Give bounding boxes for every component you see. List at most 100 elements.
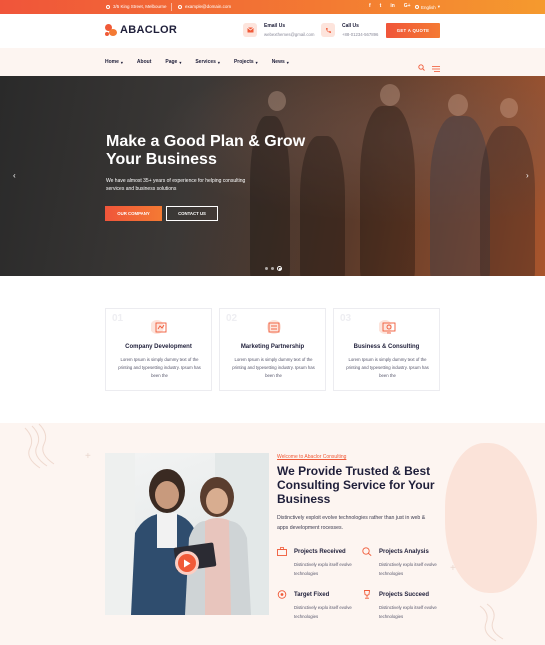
slider-dot[interactable] bbox=[271, 267, 274, 270]
hamburger-menu-icon[interactable] bbox=[432, 59, 440, 77]
address-text: 3/5 King Street, Melbourne bbox=[113, 4, 167, 9]
feature-title: Target Fixed bbox=[294, 591, 330, 598]
service-card[interactable]: 03 Business & Consulting Lorem Ipsum is … bbox=[333, 308, 440, 391]
nav-item-home[interactable]: Home ▾ bbox=[105, 59, 123, 65]
top-email-text: example@domain.com bbox=[185, 4, 232, 9]
plus-decoration: + bbox=[450, 563, 456, 574]
feature-item: Projects Analysis Distinctively explo it… bbox=[362, 547, 442, 578]
service-title: Marketing Partnership bbox=[240, 344, 305, 350]
feature-title: Projects Received bbox=[294, 548, 346, 555]
feature-item: Projects Received Distinctively explo it… bbox=[277, 547, 357, 578]
analysis-icon bbox=[362, 547, 372, 556]
email-contact[interactable]: Email Us webexthemes@gmail.com bbox=[243, 23, 314, 37]
our-company-button[interactable]: OUR COMPANY bbox=[105, 206, 162, 221]
location-icon bbox=[106, 4, 110, 9]
nav-item-page[interactable]: Page ▾ bbox=[165, 59, 181, 65]
play-icon bbox=[184, 559, 191, 567]
top-email[interactable]: example@domain.com bbox=[178, 4, 231, 9]
nav-item-about[interactable]: About bbox=[137, 59, 151, 65]
marketing-partnership-icon bbox=[265, 319, 283, 335]
slider-dot[interactable] bbox=[265, 267, 268, 270]
service-number: 01 bbox=[112, 313, 124, 324]
nav-label: Page bbox=[165, 59, 178, 65]
linkedin-icon[interactable]: in bbox=[390, 3, 394, 9]
team-photo bbox=[105, 453, 269, 615]
search-icon[interactable] bbox=[418, 58, 425, 76]
feature-text: Distinctively explo itself evolve techno… bbox=[294, 605, 352, 619]
service-text: Lorem Ipsum is simply dummy text of the … bbox=[118, 357, 201, 378]
google-plus-icon[interactable]: G+ bbox=[404, 3, 411, 9]
facebook-icon[interactable]: f bbox=[369, 3, 371, 9]
play-video-button[interactable] bbox=[175, 551, 199, 575]
about-image bbox=[105, 453, 269, 615]
decorative-blob bbox=[445, 443, 537, 593]
nav-label: News bbox=[271, 59, 285, 65]
service-card[interactable]: 01 Company Development Lorem Ipsum is si… bbox=[105, 308, 212, 391]
hero-bg-figure bbox=[480, 126, 535, 276]
slider-dot-active[interactable] bbox=[277, 266, 282, 271]
hero-bg-head bbox=[448, 94, 468, 116]
service-title: Business & Consulting bbox=[353, 344, 420, 350]
logo[interactable]: ABACLOR bbox=[105, 24, 177, 36]
about-section: + + Welcome to Abaclor Consulting We Pro… bbox=[0, 423, 545, 645]
mail-icon bbox=[178, 4, 182, 9]
call-contact[interactable]: Call Us +88-01234-567896 bbox=[321, 23, 378, 37]
trophy-icon bbox=[363, 590, 371, 599]
phone-icon bbox=[321, 23, 335, 37]
language-selector[interactable]: English ▾ bbox=[415, 4, 440, 10]
address: 3/5 King Street, Melbourne bbox=[106, 4, 167, 9]
service-text: Lorem Ipsum is simply dummy text of the … bbox=[346, 357, 429, 378]
get-quote-button[interactable]: GET A QUOTE bbox=[386, 23, 440, 38]
about-text: Distinctively exploit evolve technologie… bbox=[277, 515, 426, 531]
twitter-icon[interactable]: t bbox=[380, 3, 382, 9]
service-title: Company Development bbox=[125, 344, 192, 350]
nav-label: Home bbox=[105, 59, 119, 65]
target-icon bbox=[277, 590, 287, 599]
service-number: 02 bbox=[226, 313, 238, 324]
service-card[interactable]: 02 Marketing Partnership Lorem Ipsum is … bbox=[219, 308, 326, 391]
contact-us-button[interactable]: CONTACT US bbox=[166, 206, 218, 221]
call-value: +88-01234-567896 bbox=[342, 32, 379, 37]
hero-bg-head bbox=[380, 84, 400, 106]
chevron-down-icon: ▾ bbox=[437, 4, 441, 9]
nav-item-projects[interactable]: Projects ▾ bbox=[234, 59, 258, 65]
feature-text: Distinctively explo itself evolve techno… bbox=[294, 562, 352, 576]
nav-item-news[interactable]: News ▾ bbox=[272, 59, 289, 65]
hero-title: Make a Good Plan & Grow Your Business bbox=[106, 133, 306, 168]
hero-bg-figure bbox=[360, 106, 415, 276]
slider-dots bbox=[265, 266, 282, 271]
envelope-icon bbox=[243, 23, 257, 37]
feature-title: Projects Analysis bbox=[379, 548, 429, 555]
decorative-squiggle bbox=[479, 603, 504, 642]
about-title: We Provide Trusted & Best Consulting Ser… bbox=[277, 464, 435, 506]
nav-label: About bbox=[136, 59, 152, 65]
divider bbox=[171, 3, 172, 11]
feature-text: Distinctively explo itself evolve techno… bbox=[379, 562, 437, 576]
feature-item: Projects Succeed Distinctively explo its… bbox=[362, 590, 442, 621]
globe-icon bbox=[415, 5, 419, 9]
call-title: Call Us bbox=[342, 23, 359, 29]
next-slide-icon[interactable]: › bbox=[526, 171, 529, 180]
company-development-icon bbox=[150, 319, 169, 335]
nav-item-services[interactable]: Services ▾ bbox=[195, 59, 220, 65]
email-title: Email Us bbox=[264, 23, 286, 29]
briefcase-icon bbox=[277, 547, 287, 556]
nav-items: Home ▾ About Page ▾ Services ▾ Projects ▾ Ne… bbox=[105, 59, 303, 65]
decorative-squiggle bbox=[24, 423, 55, 469]
hero-bg-head bbox=[268, 91, 286, 111]
prev-slide-icon[interactable]: ‹ bbox=[13, 171, 16, 180]
hero-subtitle: We have almost 35+ years of experience f… bbox=[106, 178, 246, 192]
language-label: English bbox=[421, 4, 436, 10]
nav-label: Services bbox=[195, 59, 216, 65]
chevron-down-icon: ▾ bbox=[179, 59, 182, 65]
service-number: 03 bbox=[340, 313, 352, 324]
plus-decoration: + bbox=[85, 451, 91, 462]
feature-title: Projects Succeed bbox=[379, 591, 430, 598]
hero-bg-figure bbox=[300, 136, 345, 276]
logo-icon bbox=[105, 24, 117, 36]
chevron-down-icon: ▾ bbox=[120, 59, 123, 65]
feature-item: Target Fixed Distinctively explo itself … bbox=[277, 590, 357, 621]
about-eyebrow[interactable]: Welcome to Abaclor Consulting bbox=[277, 454, 346, 460]
feature-text: Distinctively explo itself evolve techno… bbox=[379, 605, 437, 619]
nav-label: Projects bbox=[233, 59, 254, 65]
